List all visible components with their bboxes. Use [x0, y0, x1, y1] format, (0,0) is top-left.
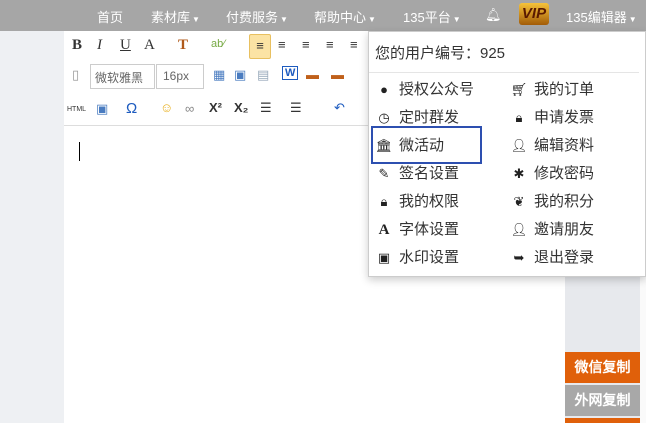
menu-item-my-orders[interactable]: 🛒︎ 我的订单 [510, 78, 594, 102]
menu-item-logout[interactable]: ➥ 退出登录 [510, 246, 594, 270]
menu-label: 邀请朋友 [534, 221, 595, 238]
menu-label: 水印设置 [399, 249, 460, 266]
top-nav-bar: 首页 素材库 ▼ 付费服务 ▼ 帮助中心 ▼ 135平台 ▼ 🔔︎ VIP 135编辑器… [0, 0, 646, 31]
menu-item-request-invoice[interactable]: 🔒︎ 申请发票 [510, 106, 594, 130]
undo-icon[interactable]: ↶ [334, 100, 345, 116]
pencil-icon: ✎ [378, 166, 390, 181]
word-import-icon[interactable]: W [282, 66, 299, 80]
menu-item-authorize-account[interactable]: ● 授权公众号 [375, 78, 474, 102]
caret-down-icon: ▼ [280, 15, 288, 24]
align-left-button[interactable]: ≡ [249, 34, 271, 59]
nav-paid-services[interactable]: 付费服务 ▼ [226, 7, 288, 26]
align-right-button[interactable]: ≡ [302, 37, 310, 52]
menu-label: 定时群发 [399, 109, 460, 126]
font-icon: A [378, 222, 390, 238]
menu-item-watermark-settings[interactable]: ▣ 水印设置 [375, 246, 459, 270]
caret-down-icon: ▼ [452, 15, 461, 24]
image-convert-icon[interactable]: ▣ [234, 67, 246, 83]
menu-label: 我的积分 [534, 193, 595, 210]
nav-label: 素材库 [151, 10, 191, 25]
nav-home[interactable]: 首页 [97, 7, 123, 26]
link-icon[interactable]: ∞ [185, 101, 194, 116]
highlight-box [371, 126, 482, 164]
table-icon[interactable]: ▦ [213, 67, 225, 83]
emoji-icon[interactable]: ☺ [160, 100, 173, 115]
nav-label: 付费服务 [226, 10, 279, 25]
indent-button[interactable]: ≡ [350, 37, 358, 52]
leaf-icon: ❦ [513, 194, 525, 209]
word-paste-icon[interactable]: ▤ [257, 67, 269, 83]
font-size-select[interactable]: 16px [156, 64, 204, 89]
align-center-button[interactable]: ≡ [278, 37, 286, 52]
menu-label: 授权公众号 [399, 81, 475, 98]
nav-label: 135编辑器 [566, 10, 627, 25]
new-doc-icon[interactable]: ▯ [72, 67, 79, 83]
italic-button[interactable]: I [97, 37, 102, 54]
wechat-copy-button[interactable]: 微信复制 [565, 352, 640, 383]
menu-label: 申请发票 [534, 109, 595, 126]
font-color-button[interactable]: A [144, 37, 155, 54]
picture-icon: ▣ [377, 250, 391, 265]
menu-label: 我的权限 [399, 193, 460, 210]
user-id-label: 您的用户编号：925 [375, 45, 506, 62]
menu-item-change-password[interactable]: ✱ 修改密码 [510, 162, 594, 186]
menu-item-invite-friends[interactable]: 👤︎ 邀请朋友 [510, 218, 594, 242]
menu-item-my-points[interactable]: ❦ 我的积分 [510, 190, 594, 214]
html-button[interactable]: HTML [67, 106, 86, 113]
asterisk-icon: ✱ [513, 166, 525, 181]
underline-button[interactable]: U [120, 37, 131, 54]
menu-label: 编辑资料 [534, 137, 595, 154]
menu-label: 我的订单 [534, 81, 595, 98]
wechat-icon: ● [380, 82, 388, 97]
editor-menu[interactable]: 135编辑器 ▼ [566, 7, 637, 26]
caret-down-icon: ▼ [192, 15, 200, 24]
divider [369, 72, 639, 73]
menu-item-my-permissions[interactable]: 🔒︎ 我的权限 [375, 190, 459, 214]
bg-color-button[interactable]: T [178, 37, 188, 54]
lock-icon: 🔒︎ [515, 110, 523, 125]
vip-badge[interactable]: VIP [519, 3, 549, 25]
image-icon[interactable]: ▬ [306, 67, 319, 82]
menu-item-signature-settings[interactable]: ✎ 签名设置 [375, 162, 459, 186]
special-char-button[interactable]: Ω [126, 100, 137, 117]
lock-icon: 🔒︎ [380, 194, 388, 209]
nav-label: 135平台 [403, 10, 451, 25]
menu-label: 修改密码 [534, 165, 595, 182]
superscript-button[interactable]: X² [209, 100, 222, 115]
nav-135-platform[interactable]: 135平台 ▼ [403, 7, 461, 26]
insert-frame-icon[interactable]: ▣ [96, 101, 108, 117]
menu-item-font-settings[interactable]: A 字体设置 [375, 218, 459, 242]
bell-icon[interactable]: 🔔︎ [485, 7, 502, 23]
nav-materials[interactable]: 素材库 ▼ [151, 7, 200, 26]
font-size-value: 16px [163, 69, 190, 83]
menu-label: 字体设置 [399, 221, 460, 238]
ordered-list-icon[interactable]: ☰ [260, 100, 272, 116]
external-copy-button[interactable]: 外网复制 [565, 385, 640, 416]
subscript-button[interactable]: X₂ [234, 100, 248, 115]
unordered-list-icon[interactable]: ☰ [290, 100, 302, 116]
caret-down-icon: ▼ [628, 15, 637, 24]
font-family-select[interactable]: 微软雅黑 [90, 64, 155, 89]
nav-help-center[interactable]: 帮助中心 ▼ [314, 7, 376, 26]
logout-icon: ➥ [513, 250, 525, 265]
spellcheck-icon[interactable]: ab⁄ [211, 38, 225, 50]
nav-label: 帮助中心 [314, 10, 367, 25]
font-family-value: 微软雅黑 [95, 71, 144, 85]
user-icon: 👤︎ [510, 222, 528, 237]
caret-down-icon: ▼ [368, 15, 376, 24]
cart-icon: 🛒︎ [510, 82, 528, 97]
more-button[interactable] [565, 418, 640, 423]
menu-label: 签名设置 [399, 165, 460, 182]
align-justify-button[interactable]: ≡ [326, 37, 334, 52]
text-cursor [79, 142, 80, 161]
user-dropdown-menu: 您的用户编号：925 ● 授权公众号 ◷ 定时群发 🏛︎ 微活动 ✎ 签名设置 🔒︎ 我的… [368, 31, 646, 277]
menu-item-edit-profile[interactable]: 👤︎ 编辑资料 [510, 134, 594, 158]
user-icon: 👤︎ [510, 138, 528, 153]
menu-label: 退出登录 [534, 249, 595, 266]
multi-image-icon[interactable]: ▬ [331, 67, 344, 82]
bold-button[interactable]: B [72, 37, 82, 54]
